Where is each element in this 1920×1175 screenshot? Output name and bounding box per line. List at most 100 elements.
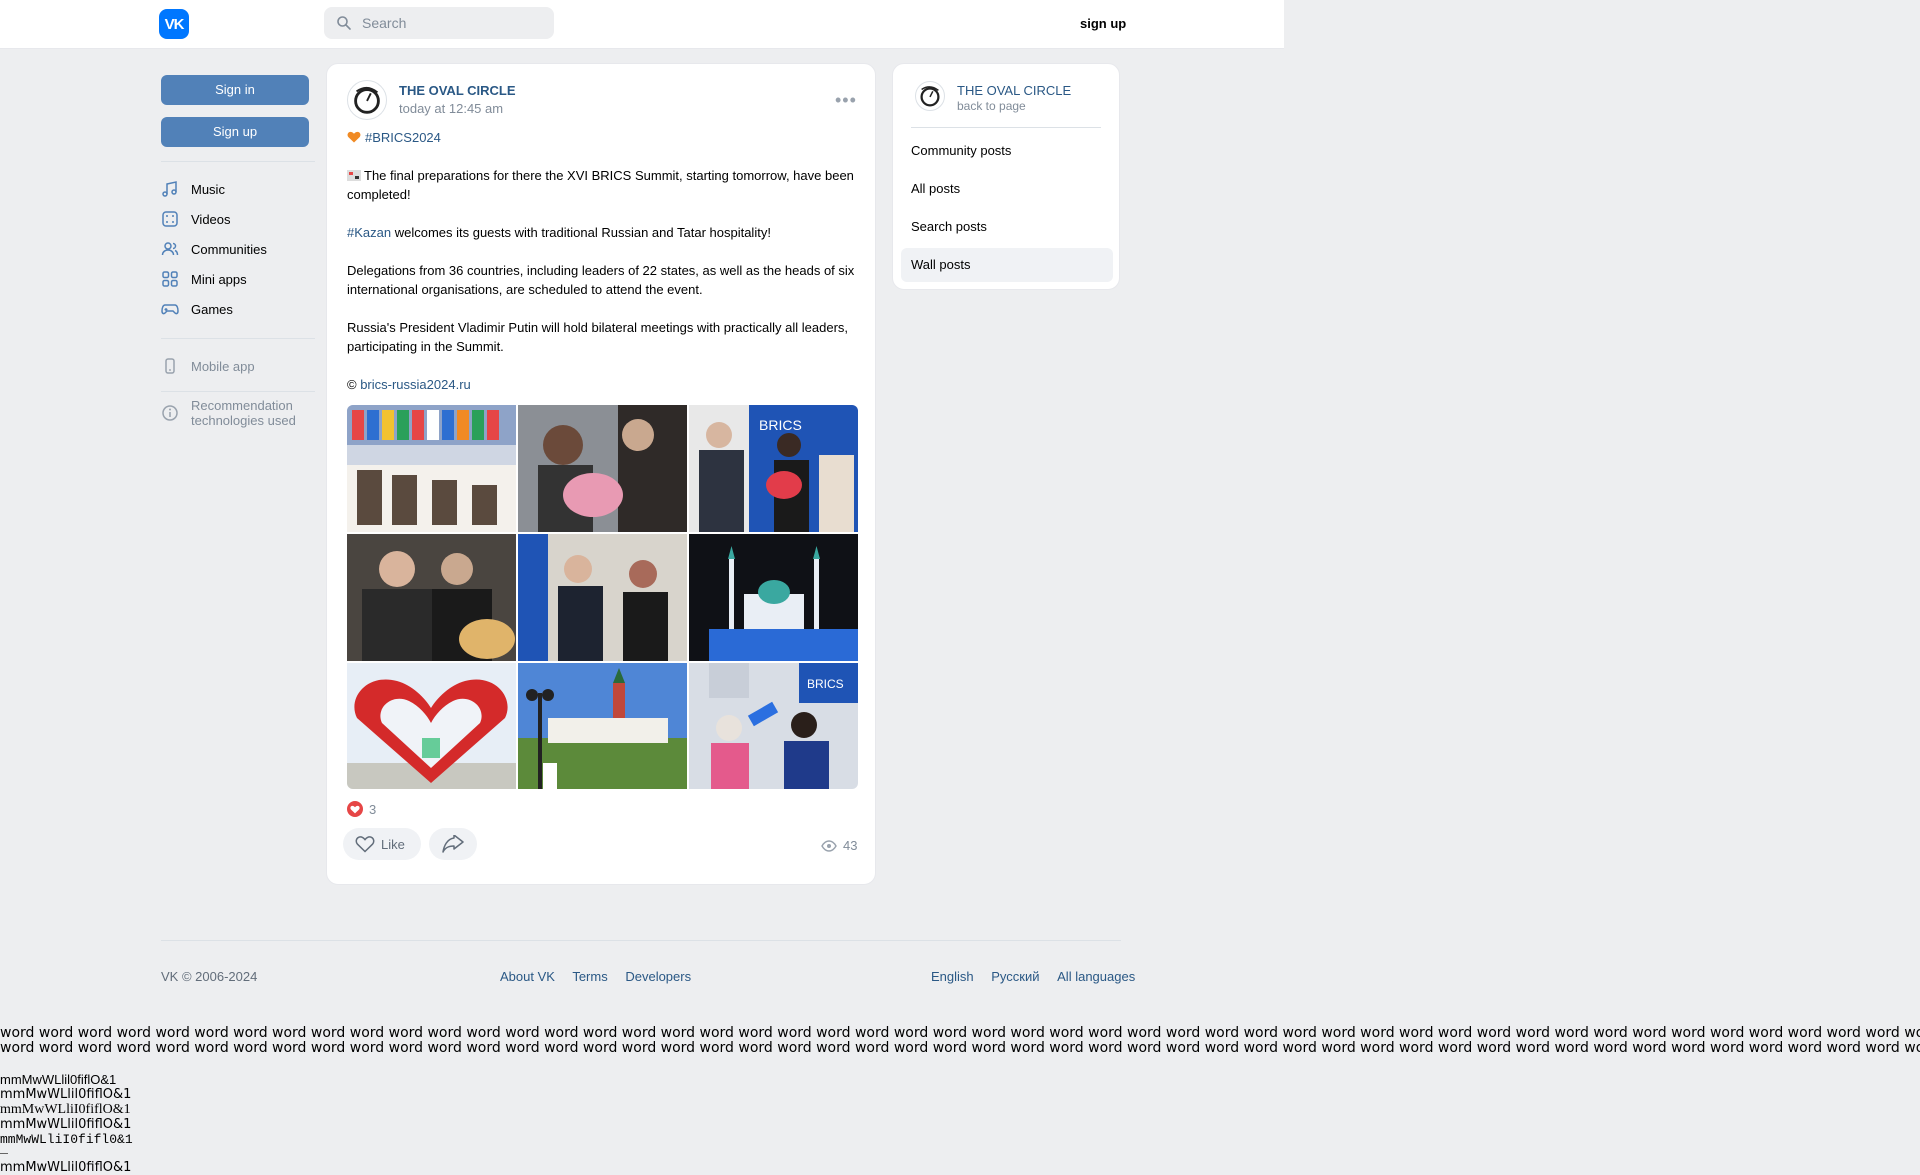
recommendation-line2: technologies used: [191, 413, 296, 428]
photo-chak-chak[interactable]: [347, 534, 516, 661]
sidebar-item-communities[interactable]: Communities: [161, 234, 315, 264]
like-button[interactable]: Like: [343, 828, 421, 860]
footer-divider: [161, 940, 1121, 941]
sidebar-divider: [161, 161, 315, 162]
photo-volunteers[interactable]: BRICS: [689, 663, 858, 789]
probe-line-6: mmMwWLlil0fiflO&1: [0, 1160, 132, 1175]
communities-icon: [161, 242, 179, 256]
info-icon: [162, 405, 178, 421]
vk-logo[interactable]: VK: [159, 9, 189, 39]
photo-brics-meeting[interactable]: BRICS: [689, 405, 858, 532]
sidebar-item-label: Mini apps: [191, 271, 247, 287]
svg-text:BRICS: BRICS: [807, 677, 844, 691]
footer-link-developers[interactable]: Developers: [625, 969, 691, 984]
sidebar-item-label: Mobile app: [191, 358, 255, 374]
hashtag-link[interactable]: #BRICS2024: [365, 130, 441, 145]
left-sidebar: Sign in Sign up Music Videos Communities…: [161, 75, 315, 428]
language-english[interactable]: English: [931, 969, 974, 984]
sidebar-item-recommendation[interactable]: Recommendation technologies used: [161, 398, 315, 428]
footer-link-terms[interactable]: Terms: [572, 969, 607, 984]
sign-in-button[interactable]: Sign in: [161, 75, 309, 105]
search-box[interactable]: [324, 7, 554, 39]
community-avatar[interactable]: [915, 81, 945, 111]
photo-handshake[interactable]: [518, 534, 687, 661]
community-name[interactable]: THE OVAL CIRCLE: [957, 83, 1071, 98]
share-icon: [442, 835, 464, 853]
photo-heart-sculpture[interactable]: [347, 663, 516, 789]
sign-up-button[interactable]: Sign up: [161, 117, 309, 147]
post-paragraph-4: Russia's President Vladimir Putin will h…: [347, 320, 849, 354]
panel-divider: [911, 127, 1101, 128]
share-button[interactable]: [429, 828, 477, 860]
filter-community-posts[interactable]: Community posts: [901, 134, 1113, 168]
sidebar-item-mini-apps[interactable]: Mini apps: [161, 264, 315, 294]
gamepad-icon: [161, 304, 179, 315]
views-counter: 43: [821, 838, 857, 853]
footer-links: About VK Terms Developers: [500, 969, 705, 984]
sidebar-item-mobile-app[interactable]: Mobile app: [161, 351, 315, 381]
kazan-hashtag-link[interactable]: #Kazan: [347, 225, 391, 240]
search-input[interactable]: [360, 14, 544, 32]
filter-search-posts[interactable]: Search posts: [901, 210, 1113, 244]
flag-emoji-icon: [347, 170, 361, 181]
reactions-count: 3: [369, 801, 377, 817]
signup-link[interactable]: sign up: [1080, 16, 1126, 31]
sidebar-item-videos[interactable]: Videos: [161, 204, 315, 234]
sidebar-divider: [161, 391, 315, 392]
recommendation-line1: Recommendation: [191, 398, 293, 413]
heart-outline-icon: [355, 836, 375, 853]
sidebar-divider: [161, 338, 315, 339]
avatar[interactable]: [347, 80, 387, 120]
photo-kremlin-tower[interactable]: [518, 663, 687, 789]
post-author[interactable]: THE OVAL CIRCLE: [399, 83, 516, 98]
font-probe-words: word word word word word word word word …: [0, 1026, 1920, 1056]
post-paragraph-2: welcomes its guests with traditional Rus…: [391, 225, 771, 240]
sidebar-item-label: Music: [191, 181, 225, 197]
heart-emoji-icon: [347, 131, 361, 143]
sidebar-item-music[interactable]: Music: [161, 174, 315, 204]
wall-post: THE OVAL CIRCLE today at 12:45 am ••• #B…: [326, 63, 876, 885]
sidebar-item-label: Communities: [191, 241, 267, 257]
probe-line-3: mmMwWLliI0fiflO&1: [0, 1102, 131, 1117]
footer-languages: English Русский All languages: [931, 969, 1135, 984]
photo-flags-hall[interactable]: [347, 405, 516, 532]
probe-line-2: mmMwWLlil0fiflO&1: [0, 1087, 132, 1102]
photo-kul-sharif-night[interactable]: [689, 534, 858, 661]
source-link[interactable]: brics-russia2024.ru: [360, 377, 471, 392]
post-date[interactable]: today at 12:45 am: [399, 101, 503, 116]
post-paragraph-3: Delegations from 36 countries, including…: [347, 263, 855, 297]
top-bar: VK sign up: [0, 0, 1284, 49]
post-text: #BRICS2024 The final preparations for th…: [347, 128, 859, 413]
music-icon: [162, 181, 177, 197]
views-count: 43: [843, 838, 858, 853]
footer-copyright: VK © 2006-2024: [161, 969, 258, 984]
svg-text:BRICS: BRICS: [759, 417, 802, 433]
more-options-icon[interactable]: •••: [835, 90, 857, 111]
sidebar-item-label: Videos: [191, 211, 231, 227]
search-icon: [337, 16, 351, 30]
right-panel: THE OVAL CIRCLE back to page Community p…: [892, 63, 1120, 290]
sidebar-item-games[interactable]: Games: [161, 294, 315, 324]
photo-flowers-greeting[interactable]: [518, 405, 687, 532]
eye-icon: [821, 839, 837, 852]
language-all[interactable]: All languages: [1057, 969, 1135, 984]
back-to-page-link[interactable]: back to page: [957, 99, 1026, 113]
words-line-1: word word word word word word word word …: [0, 1026, 1920, 1041]
photo-grid: BRICS BRICS: [347, 405, 858, 789]
probe-line-1: mmMwWLlil0fiflO&1: [0, 1072, 117, 1087]
sidebar-item-label: Games: [191, 301, 233, 317]
probe-line-5: mmMwWLliI0fifl0&1: [0, 1132, 133, 1147]
post-paragraph-1: The final preparations for there the XVI…: [347, 168, 854, 202]
video-icon: [162, 211, 178, 227]
like-label: Like: [381, 836, 405, 852]
reactions[interactable]: 3: [347, 801, 376, 817]
sidebar-item-label: Recommendation technologies used: [191, 398, 296, 428]
language-russian[interactable]: Русский: [991, 969, 1039, 984]
footer-link-about[interactable]: About VK: [500, 969, 555, 984]
source-prefix: ©: [347, 377, 361, 392]
phone-icon: [165, 358, 175, 374]
heart-reaction-icon: [347, 801, 363, 817]
filter-all-posts[interactable]: All posts: [901, 172, 1113, 206]
words-line-2: word word word word word word word word …: [0, 1040, 1920, 1056]
filter-wall-posts[interactable]: Wall posts: [901, 248, 1113, 282]
